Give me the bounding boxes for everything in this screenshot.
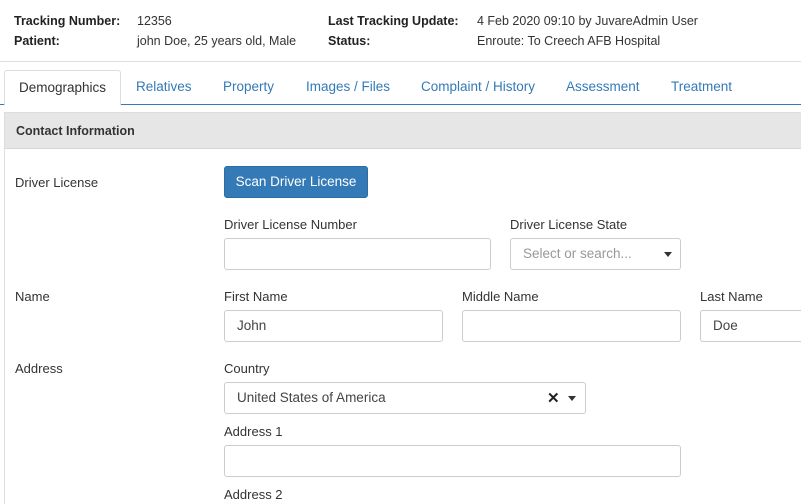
patient-value: john Doe, 25 years old, Male [137, 34, 297, 48]
middle-name-label: Middle Name [462, 289, 539, 304]
status-label: Status: [328, 34, 371, 48]
country-select-value: United States of America [237, 390, 386, 405]
driver-license-state-label: Driver License State [510, 217, 628, 232]
driver-license-number-label: Driver License Number [224, 217, 357, 232]
tab-images-files[interactable]: Images / Files [292, 70, 404, 105]
tracking-header: Tracking Number: 12356 Patient: john Doe… [0, 0, 801, 62]
status-value: Enroute: To Creech AFB Hospital [477, 34, 661, 48]
tab-property[interactable]: Property [209, 70, 288, 105]
country-select[interactable]: United States of America [224, 382, 586, 414]
driver-license-state-placeholder: Select or search... [523, 246, 632, 261]
tab-relatives[interactable]: Relatives [122, 70, 206, 105]
chevron-down-icon[interactable] [568, 396, 576, 401]
name-row-label: Name [15, 289, 50, 304]
clear-icon[interactable]: ✕ [547, 391, 560, 406]
tab-treatment[interactable]: Treatment [657, 70, 746, 105]
driver-license-number-input[interactable] [224, 238, 491, 270]
address-row-label: Address [15, 361, 63, 376]
first-name-label: First Name [224, 289, 288, 304]
scan-driver-license-button[interactable]: Scan Driver License [224, 166, 368, 198]
country-label: Country [224, 361, 270, 376]
last-update-value: 4 Feb 2020 09:10 by JuvareAdmin User [477, 14, 698, 28]
address-2-label: Address 2 [224, 487, 283, 502]
driver-license-row-label: Driver License [15, 175, 99, 190]
address-1-input[interactable] [224, 445, 681, 477]
last-update-label: Last Tracking Update: [328, 14, 459, 28]
tab-demographics[interactable]: Demographics [4, 70, 122, 106]
last-name-input[interactable]: Doe [700, 310, 801, 342]
tracking-number-value: 12356 [137, 14, 172, 28]
tracking-number-label: Tracking Number: [14, 14, 121, 28]
tab-assessment[interactable]: Assessment [552, 70, 654, 105]
middle-name-input[interactable] [462, 310, 681, 342]
first-name-input[interactable]: John [224, 310, 443, 342]
chevron-down-icon[interactable] [664, 252, 672, 257]
panel-header: Contact Information [5, 113, 801, 149]
last-name-label: Last Name [700, 289, 763, 304]
address-1-label: Address 1 [224, 424, 283, 439]
patient-label: Patient: [14, 34, 60, 48]
driver-license-state-select[interactable]: Select or search... [510, 238, 681, 270]
tab-complaint-history[interactable]: Complaint / History [407, 70, 549, 105]
panel-title: Contact Information [16, 124, 135, 138]
tab-bar: Demographics Relatives Property Images /… [0, 70, 801, 106]
